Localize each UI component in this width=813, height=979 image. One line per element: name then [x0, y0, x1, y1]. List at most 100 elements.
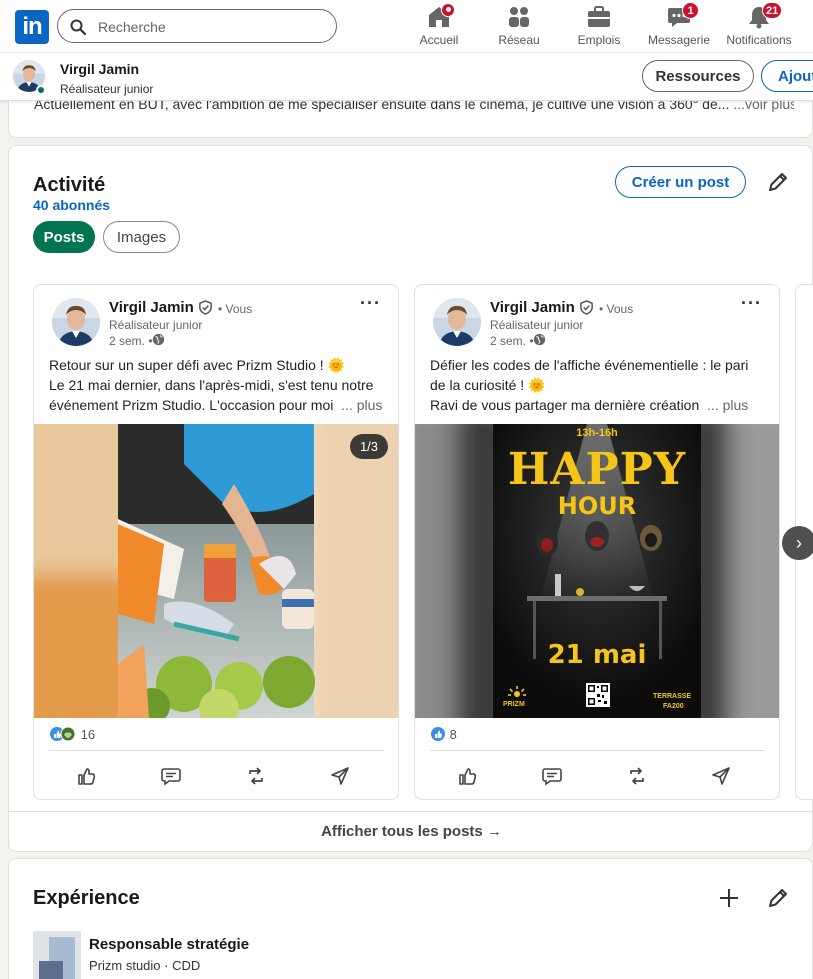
avatar[interactable]: [433, 298, 481, 346]
company-logo[interactable]: [33, 931, 81, 979]
network-icon: [509, 7, 529, 27]
nav-item-messaging[interactable]: 1 Messagerie: [646, 2, 712, 50]
repost-icon[interactable]: [245, 765, 267, 787]
notifications-badge: 21: [762, 2, 783, 19]
experience-card: Expérience Responsable stratégie Prizm s…: [8, 858, 813, 979]
post-actions: [415, 765, 779, 787]
top-navigation: in Accueil Réseau Emplois 1 Messagerie: [0, 0, 813, 53]
activity-title: Activité: [33, 174, 106, 196]
sticky-profile-bar: Virgil Jamin Réalisateur junior Ressourc…: [0, 53, 813, 101]
divider: [430, 750, 765, 751]
search-box[interactable]: [57, 9, 337, 43]
avatar[interactable]: [52, 298, 100, 346]
see-more-link[interactable]: ... plus: [707, 397, 748, 413]
post-line: Le 21 mai dernier, dans l'après-midi, s'…: [49, 377, 374, 393]
experience-role[interactable]: Responsable stratégie: [89, 936, 249, 953]
nav-label: Réseau: [498, 33, 540, 47]
home-notification-dot: [441, 3, 455, 17]
activity-card: Activité 40 abonnés Créer un post Posts …: [8, 145, 813, 852]
prizm-logo-icon: [508, 686, 526, 697]
nav-label: Accueil: [419, 33, 459, 47]
like-icon[interactable]: [457, 765, 479, 787]
post-card[interactable]: Virgil Jamin • Vous Réalisateur junior 2…: [414, 284, 780, 800]
filter-images[interactable]: Images: [103, 221, 180, 253]
nav-item-home[interactable]: Accueil: [414, 3, 464, 50]
post-author-headline: Réalisateur junior: [109, 318, 203, 332]
poster-time: 13h-16h: [576, 427, 618, 439]
divider: [49, 750, 384, 751]
comment-icon[interactable]: [541, 765, 563, 787]
online-status-dot: [36, 85, 46, 95]
post-line: Retour sur un super défi avec Prizm Stud…: [49, 357, 346, 373]
chevron-right-icon: ›: [796, 533, 802, 553]
post-line: Ravi de vous partager ma dernière créati…: [430, 397, 700, 413]
post-line: Défier les codes de l'affiche événementi…: [430, 357, 749, 373]
see-more-link[interactable]: ... plus: [341, 397, 382, 413]
add-icon[interactable]: [717, 886, 741, 910]
reactions-count[interactable]: 8: [430, 726, 457, 744]
profile-headline: Réalisateur junior: [60, 82, 154, 96]
profile-name: Virgil Jamin: [60, 61, 140, 77]
reactions-count[interactable]: 16: [49, 726, 95, 744]
post-time: 2 sem. •: [490, 334, 534, 348]
nav-item-network[interactable]: Réseau: [494, 4, 544, 50]
verified-icon: [580, 300, 593, 315]
post-card[interactable]: Virgil Jamin • Vous Réalisateur junior 2…: [33, 284, 399, 800]
poster-venue: TERRASSE: [653, 693, 692, 700]
search-input[interactable]: [98, 17, 318, 37]
comment-icon[interactable]: [160, 765, 182, 787]
post-author[interactable]: Virgil Jamin: [109, 299, 194, 316]
you-label: • Vous: [599, 302, 634, 316]
nav-label: Emplois: [577, 33, 621, 47]
edit-pencil-icon[interactable]: [766, 886, 790, 910]
experience-title: Expérience: [33, 887, 140, 909]
nav-label: Notifications: [726, 33, 792, 47]
briefcase-icon: [588, 6, 610, 27]
post-image[interactable]: 1/3: [34, 424, 398, 718]
globe-icon: [533, 333, 546, 346]
post-line: de la curiosité ! 🌞: [430, 377, 546, 393]
messaging-badge: 1: [682, 2, 699, 19]
poster-subtitle: HOUR: [557, 492, 637, 520]
globe-icon: [152, 333, 165, 346]
show-all-posts-link[interactable]: Afficher tous les posts →: [9, 811, 813, 852]
poster-title: HAPPY: [507, 444, 687, 495]
poster-venue-code: FA200: [663, 703, 684, 710]
search-icon: [70, 19, 86, 35]
like-reaction-icon: [431, 727, 445, 741]
post-text: Défier les codes de l'affiche événementi…: [430, 355, 770, 415]
experience-company: Prizm studio · CDD: [89, 958, 201, 973]
image-counter: 1/3: [350, 434, 388, 459]
resources-button[interactable]: Ressources: [642, 60, 754, 92]
create-post-button[interactable]: Créer un post: [615, 166, 746, 198]
reaction-number: 16: [80, 727, 96, 742]
more-options-icon[interactable]: ···: [360, 293, 381, 314]
carousel-next-button[interactable]: ›: [782, 526, 813, 560]
qr-code-icon: [586, 683, 610, 707]
poster-date: 21 mai: [547, 640, 647, 670]
post-time: 2 sem. •: [109, 334, 153, 348]
followers-link[interactable]: 40 abonnés: [33, 197, 110, 213]
linkedin-logo[interactable]: in: [15, 10, 49, 44]
verified-icon: [199, 300, 212, 315]
more-options-icon[interactable]: ···: [741, 293, 762, 314]
post-image[interactable]: 13h-16h HAPPY HOUR 21 mai PRIZM TERRASSE…: [415, 424, 779, 718]
reaction-icons: [50, 726, 76, 742]
reaction-number: 8: [449, 727, 457, 742]
nav-item-jobs[interactable]: Emplois: [574, 4, 624, 50]
post-author-headline: Réalisateur junior: [490, 318, 584, 332]
nav-label: Messagerie: [647, 33, 711, 47]
send-icon[interactable]: [710, 765, 732, 787]
edit-pencil-icon[interactable]: [766, 170, 790, 194]
post-actions: [34, 765, 398, 787]
post-line: événement Prizm Studio. L'occasion pour …: [49, 397, 334, 413]
like-icon[interactable]: [76, 765, 98, 787]
nav-item-notifications[interactable]: 21 Notifications: [722, 2, 796, 50]
post-author[interactable]: Virgil Jamin: [490, 299, 575, 316]
filter-posts[interactable]: Posts: [33, 221, 95, 253]
post-text: Retour sur un super défi avec Prizm Stud…: [49, 355, 389, 415]
you-label: • Vous: [218, 302, 253, 316]
repost-icon[interactable]: [626, 765, 648, 787]
add-section-button[interactable]: Ajouter: [761, 60, 813, 92]
send-icon[interactable]: [329, 765, 351, 787]
